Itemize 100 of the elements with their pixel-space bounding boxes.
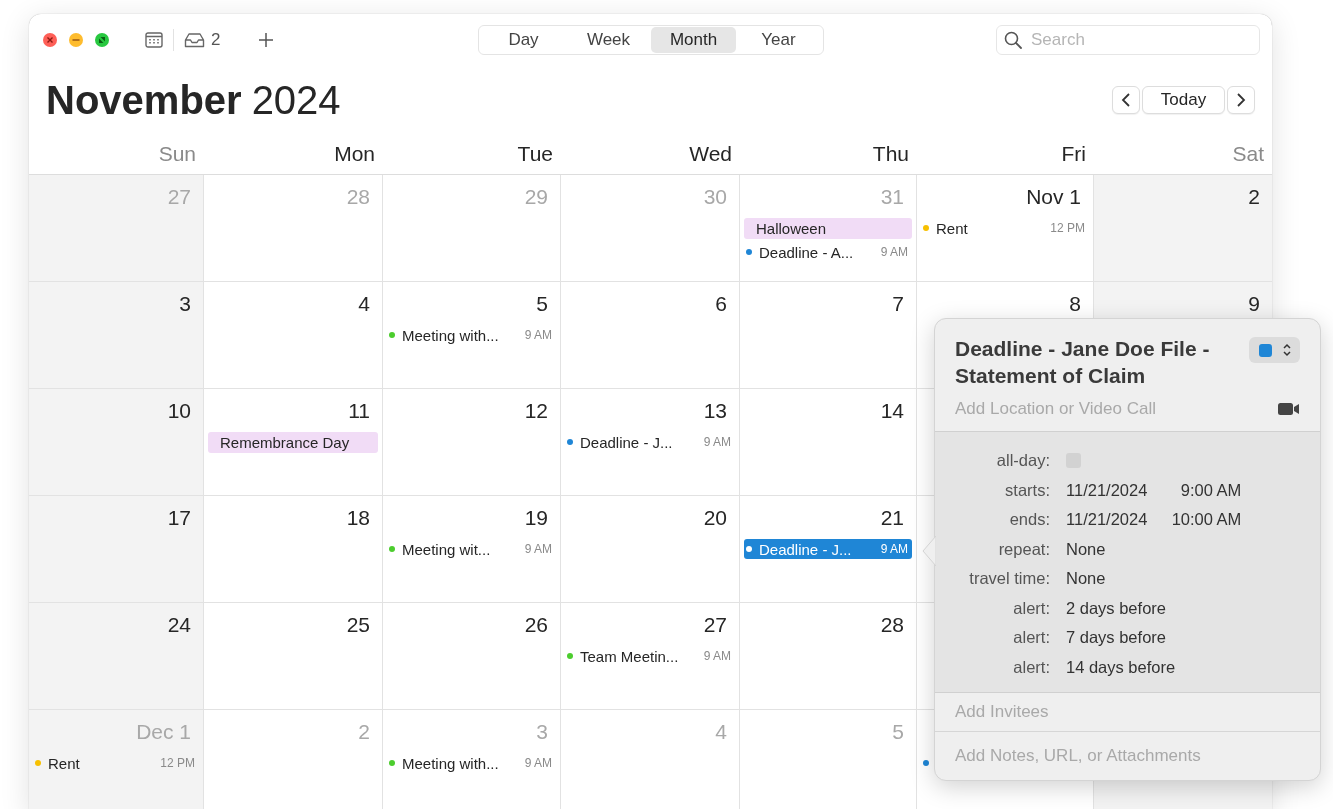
day-number: 4 xyxy=(358,291,371,317)
up-down-chevron-icon xyxy=(1282,342,1292,358)
day-number: 12 xyxy=(524,398,549,424)
view-tab[interactable]: Year xyxy=(736,27,821,53)
day-number: 9 xyxy=(1248,291,1261,317)
today-button[interactable]: Today xyxy=(1142,86,1225,114)
event-time: 12 PM xyxy=(160,756,195,770)
date-field[interactable]: 11/21/2024 xyxy=(1066,480,1148,500)
calendar-icon[interactable] xyxy=(145,32,163,48)
weekday-label: Sun xyxy=(158,142,196,166)
day-number: 10 xyxy=(167,398,192,424)
day-number: 2 xyxy=(1248,184,1261,210)
all-day-event[interactable]: Halloween xyxy=(744,218,912,239)
day-number: 27 xyxy=(703,612,728,638)
day-number: 3 xyxy=(179,291,192,317)
view-tab[interactable]: Month xyxy=(651,27,736,53)
event-time: 9 AM xyxy=(703,435,731,449)
event-time: 9 AM xyxy=(880,542,908,556)
event-title: Deadline - J... xyxy=(759,540,853,558)
day-number: 5 xyxy=(892,719,905,745)
day-number: 11 xyxy=(348,398,371,424)
event-title: Deadline - J... xyxy=(580,433,674,451)
chevron-right-icon xyxy=(1236,92,1246,108)
event-time: 9 AM xyxy=(880,245,908,259)
event-title: Team Meetin... xyxy=(580,647,680,665)
fullscreen-icon[interactable] xyxy=(95,33,109,47)
event-item[interactable]: Rent 12 PM xyxy=(921,218,1089,238)
weekday-label: Mon xyxy=(334,142,375,166)
day-number: 2 xyxy=(358,719,371,745)
close-icon[interactable] xyxy=(43,33,57,47)
time-field[interactable]: 10:00 AM xyxy=(1161,510,1242,530)
day-number: 18 xyxy=(346,505,371,531)
event-time: 9 AM xyxy=(524,756,552,770)
event-dot xyxy=(746,546,752,552)
field-label: alert: xyxy=(1012,598,1050,618)
event-title: Meeting with... xyxy=(402,754,500,772)
day-number: 28 xyxy=(346,184,371,210)
view-tab[interactable]: Day xyxy=(481,27,566,53)
field-label: starts: xyxy=(1004,480,1050,500)
view-tab[interactable]: Week xyxy=(566,27,651,53)
search-field[interactable]: Search xyxy=(996,25,1260,55)
add-icon[interactable] xyxy=(258,32,275,48)
all-day-event[interactable]: Remembrance Day xyxy=(208,432,378,453)
event-item[interactable]: Meeting with... 9 AM xyxy=(387,325,556,345)
field-value[interactable]: None xyxy=(1066,569,1106,589)
field-label: alert: xyxy=(1012,657,1050,677)
month-title: November 2024 xyxy=(46,77,341,123)
day-number: 6 xyxy=(715,291,728,317)
event-item[interactable]: Meeting wit... 9 AM xyxy=(387,539,556,559)
day-number: 20 xyxy=(703,505,728,531)
day-number: 21 xyxy=(880,505,905,531)
weekday-label: Fri xyxy=(1061,142,1086,166)
inbox-icon[interactable] xyxy=(184,32,205,48)
weekday-label: Thu xyxy=(872,142,909,166)
weekday-label: Tue xyxy=(517,142,553,166)
next-button[interactable] xyxy=(1227,86,1255,114)
weekday-label: Wed xyxy=(689,142,732,166)
day-number: 8 xyxy=(1069,291,1082,317)
day-number: 3 xyxy=(536,719,549,745)
field-value[interactable]: 7 days before xyxy=(1066,628,1166,648)
event-item[interactable]: Rent 12 PM xyxy=(33,753,199,773)
event-title: Meeting with... xyxy=(402,326,500,344)
field-label: repeat: xyxy=(997,539,1050,559)
event-item[interactable]: Meeting with... 9 AM xyxy=(387,753,556,773)
event-time: 9 AM xyxy=(524,328,552,342)
field-value[interactable]: 2 days before xyxy=(1066,598,1166,618)
time-field[interactable]: 9:00 AM xyxy=(1161,480,1242,500)
day-number: 28 xyxy=(880,612,905,638)
event-title: Rent xyxy=(936,219,969,237)
event-item[interactable]: Deadline - A... 9 AM xyxy=(744,242,912,262)
event-title: Deadline - A... xyxy=(759,243,855,261)
day-number: Nov 1 xyxy=(1026,184,1082,210)
field-value[interactable]: 14 days before xyxy=(1066,657,1176,677)
event-title: Deadline - Jane Doe File - Statement of Claim xyxy=(955,336,1211,389)
day-number: 27 xyxy=(167,184,192,210)
event-time: 9 AM xyxy=(524,542,552,556)
day-number: Dec 1 xyxy=(136,719,192,745)
minimize-icon[interactable] xyxy=(69,33,83,47)
day-number: 26 xyxy=(524,612,549,638)
weekday-label: Sat xyxy=(1232,142,1264,166)
field-label: alert: xyxy=(1012,628,1050,648)
video-camera-icon[interactable] xyxy=(1278,402,1300,416)
day-number: 29 xyxy=(524,184,549,210)
day-number: 5 xyxy=(536,291,549,317)
day-number: 7 xyxy=(892,291,905,317)
previous-button[interactable] xyxy=(1112,86,1140,114)
day-number: 14 xyxy=(880,398,905,424)
calendar-picker[interactable] xyxy=(1249,337,1300,363)
event-item[interactable]: Deadline - J... 9 AM xyxy=(744,539,912,559)
event-time: 12 PM xyxy=(1050,221,1085,235)
field-value[interactable]: None xyxy=(1066,539,1106,559)
event-item[interactable]: Team Meetin... 9 AM xyxy=(565,646,735,666)
calendar-swatch xyxy=(1259,343,1272,357)
event-item[interactable]: Deadline - J... 9 AM xyxy=(565,432,735,452)
day-number: 25 xyxy=(346,612,371,638)
day-number: 17 xyxy=(167,505,192,531)
date-field[interactable]: 11/21/2024 xyxy=(1066,510,1148,530)
event-time: 9 AM xyxy=(703,649,731,663)
field-label: ends: xyxy=(1008,510,1050,530)
day-number: 30 xyxy=(703,184,728,210)
